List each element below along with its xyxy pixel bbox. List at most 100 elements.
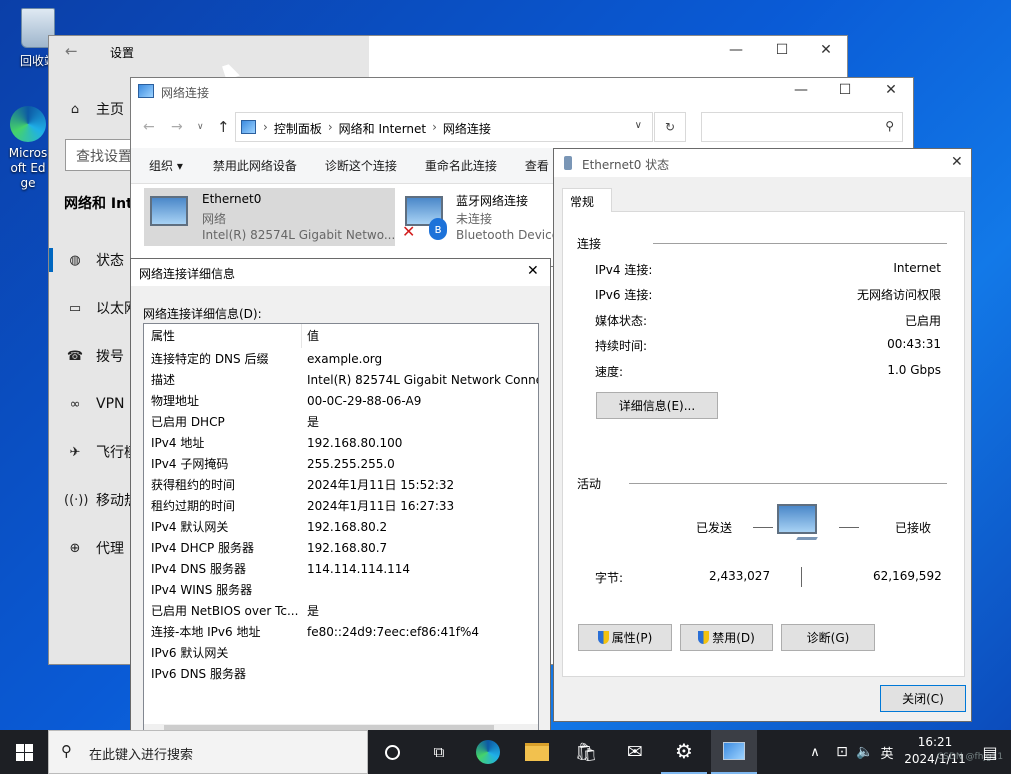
clock[interactable]: 16:21 2024/1/11	[902, 734, 968, 768]
details-list[interactable]: 属性 值 连接特定的 DNS 后缀 example.org 描述 Intel(R) …	[143, 323, 539, 733]
list-item[interactable]: 连接-本地 IPv6 地址 fe80::24d9:7eec:ef86:41f%4	[144, 622, 538, 643]
edge-desktop-icon[interactable]: Microsoft Edge	[8, 106, 48, 196]
list-header[interactable]: 属性 值	[144, 326, 538, 347]
breadcrumb-item[interactable]: 控制面板	[274, 120, 322, 137]
bytes-received: 62,169,592	[873, 569, 942, 583]
close-button[interactable]: ✕	[527, 263, 539, 279]
adapter-ethernet0[interactable]: Ethernet0 网络 Intel(R) 82574L Gigabit Net…	[144, 188, 395, 246]
list-item[interactable]: IPv6 DNS 服务器	[144, 664, 538, 685]
organize-menu[interactable]: 组织 ▾	[149, 157, 183, 174]
edge-taskbar-button[interactable]	[465, 730, 511, 774]
list-item[interactable]: 物理地址 00-0C-29-88-06-A9	[144, 391, 538, 412]
forward-arrow-icon[interactable]: →	[171, 119, 183, 135]
search-input[interactable]: ⚲	[701, 112, 903, 142]
details-label: 网络连接详细信息(D):	[143, 307, 262, 321]
close-button[interactable]: ✕	[811, 42, 841, 58]
close-button[interactable]: ✕	[951, 154, 963, 170]
properties-button[interactable]: 属性(P)	[578, 624, 672, 651]
network-tray-icon: ⊡	[836, 744, 848, 760]
view-status-button[interactable]: 查看	[525, 157, 549, 174]
list-item[interactable]: IPv4 WINS 服务器	[144, 580, 538, 601]
up-arrow-icon[interactable]: ↑	[217, 118, 230, 136]
address-bar[interactable]: › 控制面板 › 网络和 Internet › 网络连接 ∨	[235, 112, 653, 142]
notifications-button[interactable]: ▤	[970, 730, 1010, 774]
recent-dropdown-icon[interactable]: ∨	[197, 122, 204, 132]
column-header-property[interactable]: 属性	[151, 326, 301, 347]
breadcrumb-item[interactable]: 网络和 Internet	[339, 120, 426, 137]
disable-button[interactable]: 禁用(D)	[680, 624, 773, 651]
back-arrow-icon[interactable]: ←	[65, 42, 78, 60]
list-item[interactable]: 已启用 NetBIOS over Tc... 是	[144, 601, 538, 622]
window-title: 网络连接	[161, 86, 210, 100]
adapter-bluetooth[interactable]: ✕ ʙ 蓝牙网络连接 未连接 Bluetooth Device	[399, 188, 559, 246]
show-hidden-icons-button[interactable]: ∧	[800, 730, 830, 774]
settings-nav-ethernet[interactable]: ▭ 以太网	[64, 295, 138, 321]
list-item[interactable]: 描述 Intel(R) 82574L Gigabit Network Connec	[144, 370, 538, 391]
list-item[interactable]: IPv4 默认网关 192.168.80.2	[144, 517, 538, 538]
list-item[interactable]: IPv4 地址 192.168.80.100	[144, 433, 538, 454]
chevron-down-icon[interactable]: ∨	[635, 120, 642, 131]
speed: 速度: 1.0 Gbps	[595, 363, 941, 379]
network-folder-icon	[138, 84, 154, 98]
settings-nav-status[interactable]: ◍ 状态	[64, 247, 124, 273]
network-details-dialog: 网络连接详细信息 ✕ 网络连接详细信息(D): 属性 值 连接特定的 DNS 后…	[130, 258, 551, 738]
close-button[interactable]: ✕	[876, 82, 906, 98]
adapter-name: 蓝牙网络连接	[456, 194, 529, 208]
settings-nav-vpn[interactable]: ∞ VPN	[64, 391, 125, 417]
minimize-button[interactable]: —	[786, 82, 816, 98]
breadcrumb-item[interactable]: 网络连接	[443, 120, 491, 137]
control-panel-icon	[241, 120, 256, 134]
list-item[interactable]: 已启用 DHCP 是	[144, 412, 538, 433]
list-item[interactable]: 租约过期的时间 2024年1月11日 16:27:33	[144, 496, 538, 517]
mail-button[interactable]: ✉	[612, 730, 658, 774]
minimize-button[interactable]: —	[721, 42, 751, 58]
maximize-button[interactable]: ☐	[830, 82, 860, 98]
file-explorer-button[interactable]	[514, 730, 560, 774]
task-view-icon: ⧉	[433, 743, 445, 761]
airplane-icon: ✈	[69, 444, 81, 460]
list-item[interactable]: IPv4 子网掩码 255.255.255.0	[144, 454, 538, 475]
globe-icon: ◍	[69, 252, 81, 268]
refresh-button[interactable]: ↻	[654, 112, 686, 142]
disable-device-button[interactable]: 禁用此网络设备	[213, 157, 297, 174]
column-header-value[interactable]: 值	[307, 326, 538, 347]
settings-nav-dialup[interactable]: ☎ 拨号	[64, 343, 124, 369]
disconnected-x-icon: ✕	[402, 222, 416, 241]
diagnose-connection-button[interactable]: 诊断这个连接	[325, 157, 397, 174]
adapter-device: Intel(R) 82574L Gigabit Netwo...	[202, 228, 396, 242]
diagnose-button[interactable]: 诊断(G)	[781, 624, 875, 651]
adapter-status: 未连接	[456, 212, 493, 226]
ethernet-status-dialog: Ethernet0 状态 ✕ 常规 连接 IPv4 连接: Internet IP…	[553, 148, 972, 722]
start-button[interactable]	[0, 730, 48, 774]
connection-heading: 连接	[577, 237, 602, 251]
back-arrow-icon[interactable]: ←	[143, 119, 155, 135]
network-cable-icon	[796, 530, 822, 540]
list-item[interactable]: IPv4 DHCP 服务器 192.168.80.7	[144, 538, 538, 559]
settings-taskbar-button[interactable]: ⚙	[661, 730, 707, 774]
globe-icon: ⊕	[69, 540, 81, 556]
store-button[interactable]: 🛍	[563, 730, 609, 774]
settings-home[interactable]: ⌂ 主页	[64, 96, 124, 122]
settings-nav-proxy[interactable]: ⊕ 代理	[64, 535, 124, 561]
cortana-button[interactable]	[369, 730, 415, 774]
refresh-icon: ↻	[664, 120, 676, 134]
sent-label: 已发送	[696, 521, 733, 535]
task-view-button[interactable]: ⧉	[416, 730, 462, 774]
ipv4-connectivity: IPv4 连接: Internet	[595, 261, 941, 277]
list-item[interactable]: IPv4 DNS 服务器 114.114.114.114	[144, 559, 538, 580]
network-connections-taskbar-button[interactable]	[711, 730, 757, 774]
tab-general[interactable]: 常规	[562, 188, 612, 212]
taskbar-search-input[interactable]: ⚲ 在此键入进行搜索	[48, 730, 368, 774]
adapter-status: 网络	[202, 212, 227, 226]
network-folder-icon	[723, 742, 745, 760]
maximize-button[interactable]: ☐	[767, 42, 797, 58]
input-method-button[interactable]: 英	[874, 730, 900, 774]
details-button[interactable]: 详细信息(E)...	[596, 392, 718, 419]
chevron-right-icon: ›	[263, 120, 268, 134]
list-item[interactable]: IPv6 默认网关	[144, 643, 538, 664]
adapter-device: Bluetooth Device	[456, 228, 560, 242]
close-dialog-button[interactable]: 关闭(C)	[880, 685, 966, 712]
list-item[interactable]: 获得租约的时间 2024年1月11日 15:52:32	[144, 475, 538, 496]
rename-connection-button[interactable]: 重命名此连接	[425, 157, 497, 174]
list-item[interactable]: 连接特定的 DNS 后缀 example.org	[144, 349, 538, 370]
